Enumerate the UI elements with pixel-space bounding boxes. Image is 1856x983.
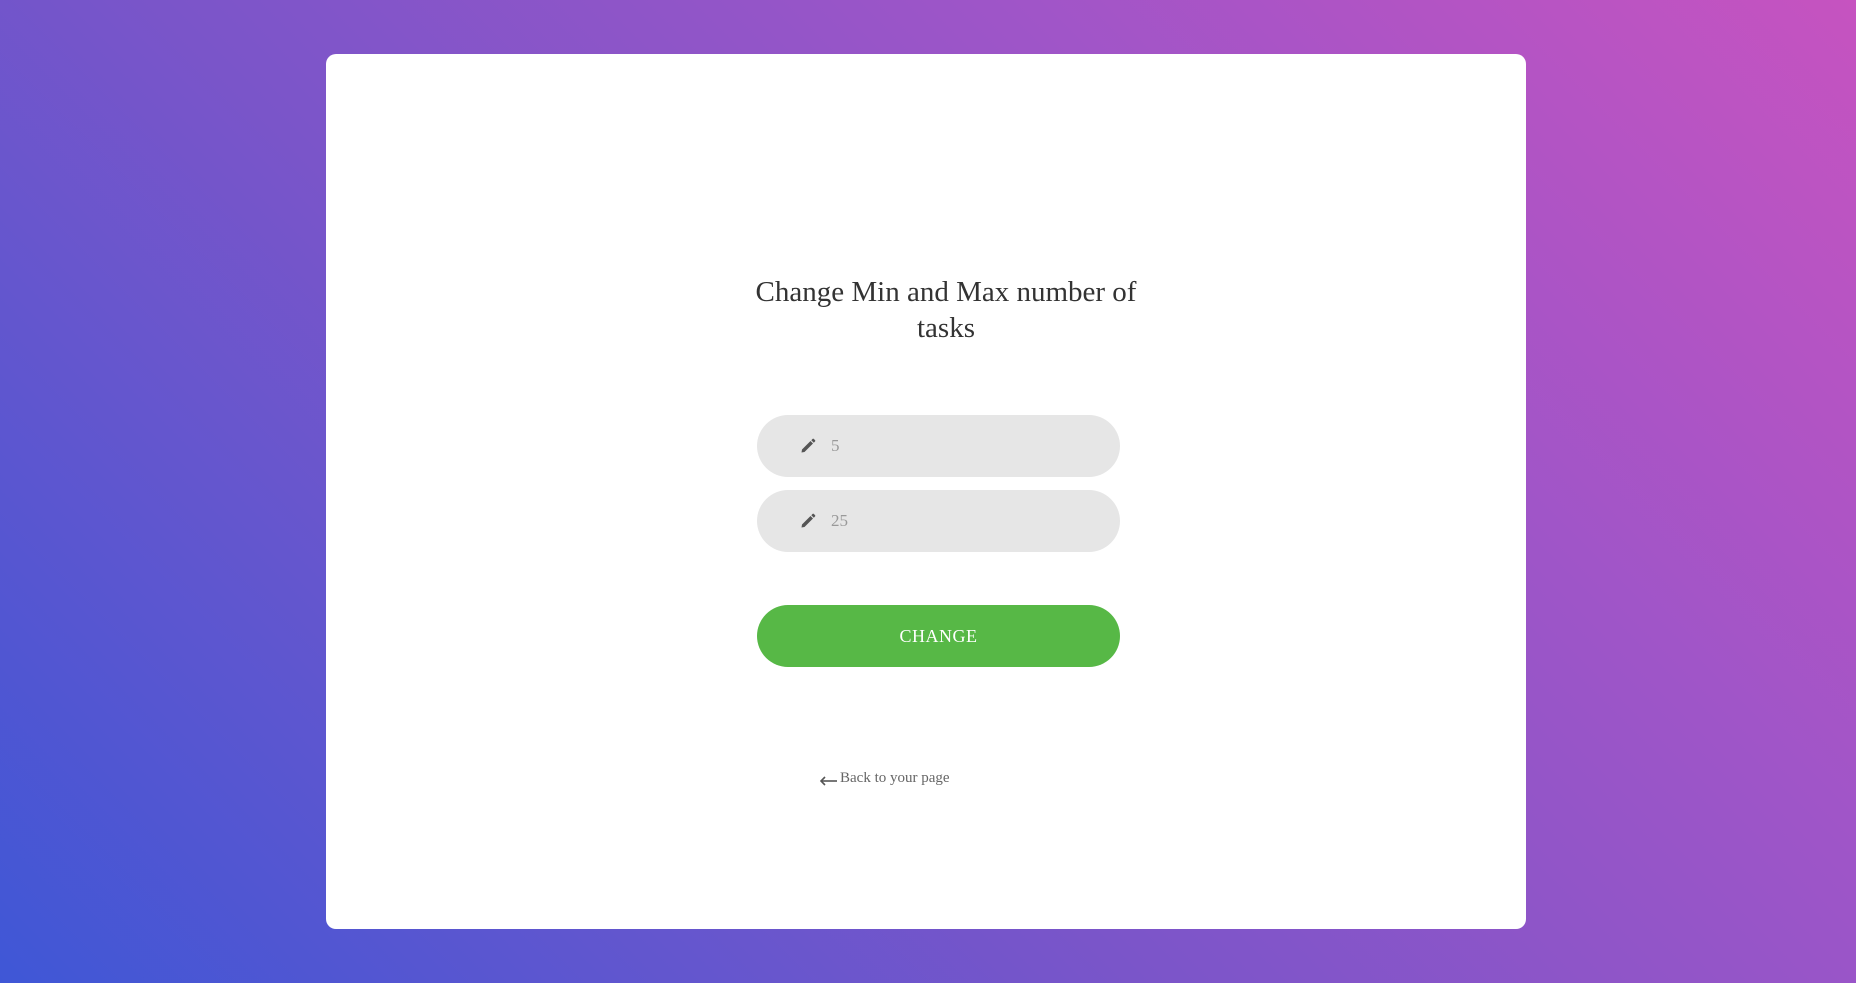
back-link-label: Back to your page (840, 770, 950, 786)
max-tasks-input[interactable] (831, 490, 1091, 552)
min-tasks-input[interactable] (831, 415, 1091, 477)
back-to-page-link[interactable]: Back to your page (819, 770, 950, 787)
page-title: Change Min and Max number of tasks (755, 276, 1137, 344)
pencil-icon (799, 437, 817, 455)
form-card: Change Min and Max number of tasks CHANG… (326, 54, 1526, 929)
change-button[interactable]: CHANGE (757, 605, 1120, 667)
arrow-left-icon (819, 774, 838, 786)
pencil-icon (799, 512, 817, 530)
max-tasks-field[interactable] (757, 490, 1120, 552)
min-tasks-field[interactable] (757, 415, 1120, 477)
